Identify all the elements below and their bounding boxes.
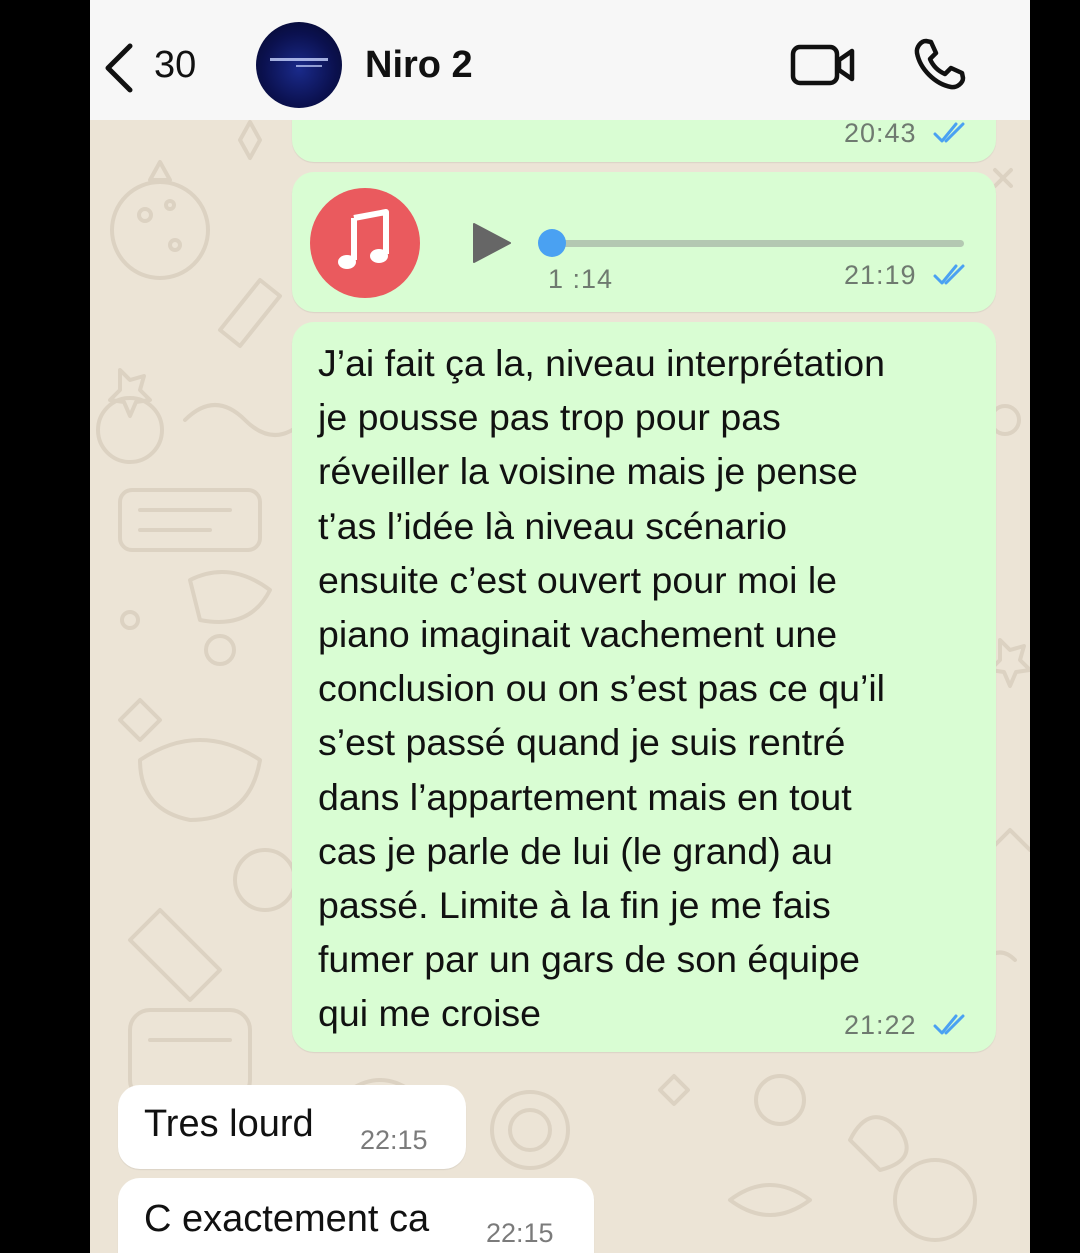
message-line: piano imaginait vachement une [318,613,838,656]
message-line: conclusion ou on s’est pas ce qu’il [318,667,886,710]
avatar-text-line [296,65,322,67]
audio-duration: 1 :14 [548,264,614,294]
message-time: 22:15 [486,1218,554,1248]
double-check-icon [933,1014,965,1035]
phone-icon[interactable] [912,36,968,92]
message-line: cas je parle de lui (le grand) au [318,829,833,872]
chat-screen: 30 Niro 2 20:43 1:14 21:19 J’ai fait ça… [90,0,1030,1253]
audio-progress-track[interactable] [542,240,964,247]
audio-message-bubble[interactable]: 1 :14 21:19 [292,172,996,312]
message-line: passé. Limite à la fin je me fais [318,884,831,927]
double-check-icon [933,122,965,143]
message-text: C exactement ca [144,1198,430,1240]
message-bubble-outgoing[interactable]: J’ai fait ça la, niveau interprétation j… [292,322,996,1052]
message-time: 21:22 [844,1010,917,1040]
message-line: J’ai fait ça la, niveau interprétation [318,342,885,384]
audio-scrubber-handle[interactable] [538,229,566,257]
message-line: ensuite c’est ouvert pour moi le [318,558,838,601]
message-time: 22:15 [360,1125,428,1155]
play-icon[interactable] [472,222,512,264]
chevron-left-icon[interactable] [100,40,140,96]
message-time: 21:19 [844,260,917,290]
unread-count[interactable]: 30 [154,44,196,87]
video-camera-icon[interactable] [790,40,856,90]
message-time: 20:43 [844,118,917,148]
message-text: Tres lourd [144,1103,314,1145]
message-line: t’as l’idée là niveau scénario [318,504,788,547]
double-check-icon [933,264,965,285]
message-bubble-incoming[interactable]: C exactement ca 22:15 [118,1178,594,1253]
avatar-text-line [270,58,328,61]
message-text: J’ai fait ça la, niveau interprétation j… [318,336,968,1041]
message-line: réveiller la voisine mais je pense [318,450,858,493]
chat-header: 30 Niro 2 [90,0,1030,120]
message-line: fumer par un gars de son équipe [318,938,861,981]
message-line: s’est passé quand je suis rentré [318,721,846,764]
contact-avatar[interactable] [256,22,342,108]
message-bubble-incoming[interactable]: Tres lourd 22:15 [118,1085,466,1169]
message-line: je pousse pas trop pour pas [318,396,781,439]
music-note-icon [310,188,420,298]
message-line: dans l’appartement mais en tout [318,775,852,818]
contact-name[interactable]: Niro 2 [365,44,473,87]
